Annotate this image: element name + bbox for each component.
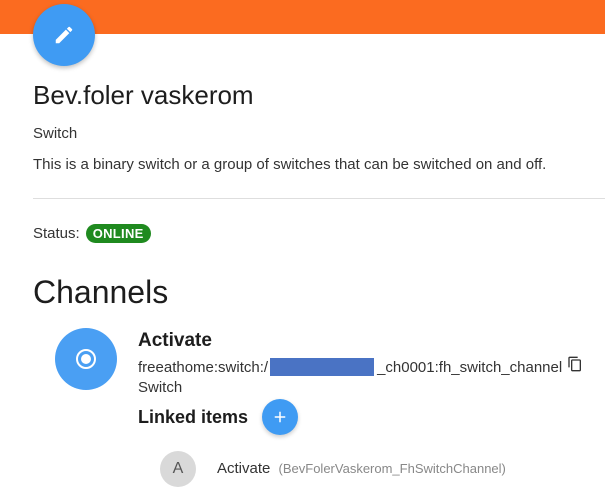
channel-uid: freeathome:switch:/ _ch0001:fh_switch_ch… [138,358,562,376]
status-label: Status: [33,225,80,242]
redacted-block [270,358,375,376]
status-row: Status: ONLINE [33,224,151,243]
linked-item[interactable]: Activate (BevFolerVaskerom_FhSwitchChann… [217,460,506,477]
channel-uid-prefix: freeathome:switch:/ [138,358,269,376]
divider [33,198,605,199]
copy-icon[interactable] [567,356,583,372]
channel-type: Switch [138,379,183,396]
channel-label: Activate [138,330,212,351]
edit-button[interactable] [33,4,95,66]
channel-icon [55,328,117,390]
channels-heading: Channels [33,274,169,310]
linked-items-label: Linked items [138,407,249,427]
channel-uid-suffix: _ch0001:fh_switch_channel [377,358,563,376]
avatar: A [160,451,196,487]
pencil-icon [55,26,73,44]
linked-item-id: (BevFolerVaskerom_FhSwitchChannel) [278,461,506,476]
thing-type: Switch [33,125,78,142]
plus-icon [274,411,286,423]
status-badge: ONLINE [85,224,151,243]
thing-title: Bev.foler vaskerom [33,80,254,110]
thing-description: This is a binary switch or a group of sw… [33,156,547,173]
radio-button-icon [76,349,96,369]
add-linked-item-button[interactable] [262,399,298,435]
linked-item-label: Activate [217,460,271,477]
